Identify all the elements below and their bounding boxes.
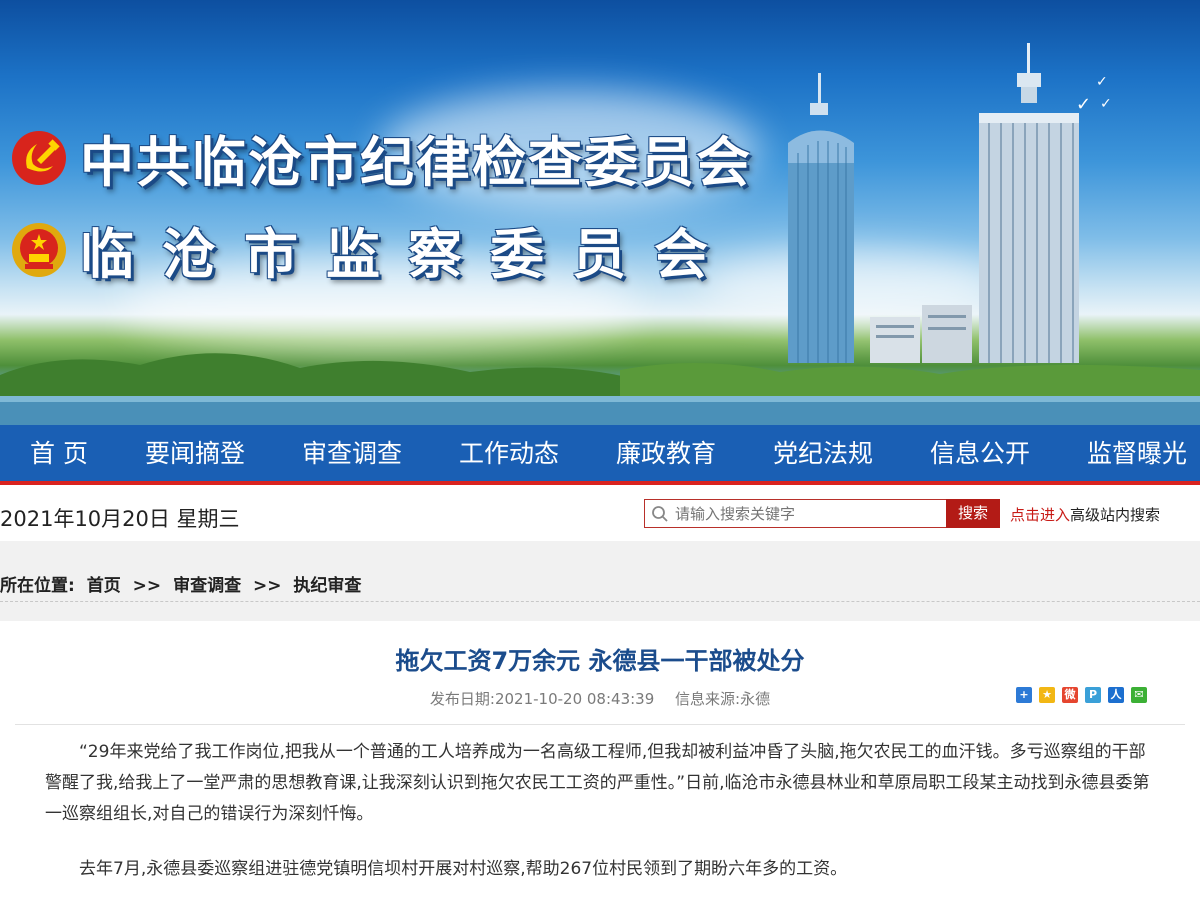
share-toolbar: + ★ 微 P 人 ✉ (1016, 687, 1147, 703)
header-banner: ✓ ✓ ✓ ✓ (0, 0, 1200, 425)
banner-title-discipline-commission: 中共临沧市纪律检查委员会 (80, 130, 752, 194)
breadcrumb: 所在位置: 首页 >> 审查调查 >> 执纪审查 (0, 571, 1200, 602)
share-wechat-icon[interactable]: ✉ (1131, 687, 1147, 703)
info-source: 信息来源:永德 (675, 690, 771, 708)
share-weibo-icon[interactable]: 微 (1062, 687, 1078, 703)
breadcrumb-home[interactable]: 首页 (87, 576, 121, 596)
search-icon (645, 505, 675, 523)
advanced-search: 点击进入高级站内搜索 (1010, 504, 1160, 525)
skyscraper-left (788, 73, 854, 363)
search-button[interactable]: 搜索 (946, 499, 1000, 528)
article-paragraph: “29年来党给了我工作岗位,把我从一个普通的工人培养成为一名高级工程师,但我却被… (45, 742, 1150, 824)
advanced-search-label: 高级站内搜索 (1070, 506, 1161, 524)
article-divider (15, 724, 1185, 725)
article-paragraph: 去年7月,永德县委巡察组进驻德党镇明信坝村开展对村巡察,帮助267位村民领到了期… (79, 859, 848, 879)
info-bar: 2021年10月20日 星期三 搜索 点击进入高级站内搜索 (0, 489, 1200, 541)
breadcrumb-label: 所在位置: (0, 576, 75, 596)
banner-title-line1: 中共临沧市纪律检查委员会 (10, 118, 752, 197)
banner-title-supervision-commission: 临沧市监察委员会 (80, 222, 736, 286)
search-box (644, 499, 946, 528)
bird-icon: ✓ (1100, 96, 1112, 112)
banner-title-line2: 临沧市监察委员会 (10, 210, 736, 289)
nav-item-party-regulations[interactable]: 党纪法规 (773, 425, 873, 481)
share-tencent-weibo-icon[interactable]: P (1085, 687, 1101, 703)
nav-item-information-disclosure[interactable]: 信息公开 (930, 425, 1030, 481)
breadcrumb-bar: 所在位置: 首页 >> 审查调查 >> 执纪审查 (0, 541, 1200, 621)
main-nav: 首 页 要闻摘登 审查调查 工作动态 廉政教育 党纪法规 信息公开 监督曝光 (0, 425, 1200, 485)
national-emblem-icon (10, 221, 68, 279)
share-more-icon[interactable]: + (1016, 687, 1032, 703)
current-date: 2021年10月20日 星期三 (0, 507, 240, 531)
party-emblem-icon (10, 129, 68, 187)
breadcrumb-discipline-review[interactable]: 执纪审查 (293, 576, 361, 596)
publish-date: 发布日期:2021-10-20 08:43:39 (429, 690, 655, 708)
nav-item-investigation[interactable]: 审查调查 (302, 425, 402, 481)
share-renren-icon[interactable]: 人 (1108, 687, 1124, 703)
advanced-search-link[interactable]: 点击进入 (1010, 506, 1070, 524)
search-input[interactable] (675, 500, 925, 527)
article-title: 拖欠工资7万余元 永德县一干部被处分 (395, 647, 805, 675)
article: 拖欠工资7万余元 永德县一干部被处分 发布日期:2021-10-20 08:43… (0, 621, 1200, 900)
breadcrumb-investigation[interactable]: 审查调查 (173, 576, 241, 596)
nav-item-home[interactable]: 首 页 (30, 425, 88, 481)
share-qzone-icon[interactable]: ★ (1039, 687, 1055, 703)
bird-icon: ✓ (1096, 74, 1108, 90)
nav-item-integrity-education[interactable]: 廉政教育 (616, 425, 716, 481)
nav-item-supervision-exposure[interactable]: 监督曝光 (1087, 425, 1187, 481)
landscape (0, 353, 1200, 425)
skyscraper-right (979, 43, 1079, 363)
nav-item-news-digest[interactable]: 要闻摘登 (145, 425, 245, 481)
nav-item-work-updates[interactable]: 工作动态 (459, 425, 559, 481)
breadcrumb-separator: >> (132, 576, 162, 596)
breadcrumb-separator: >> (253, 576, 282, 596)
